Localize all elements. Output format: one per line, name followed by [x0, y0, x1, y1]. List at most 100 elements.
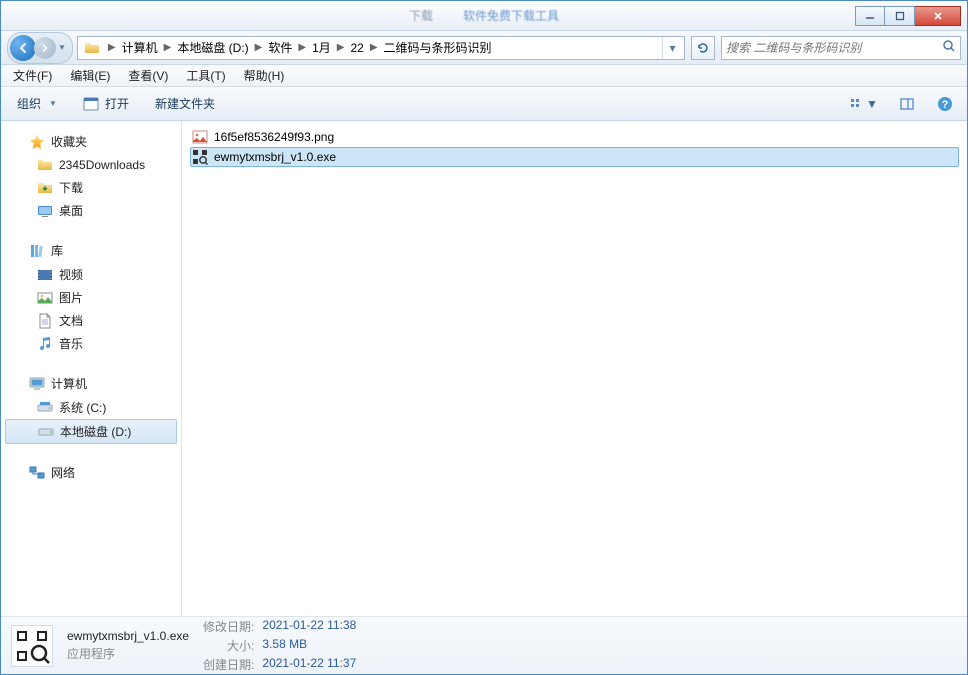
main-area: 收藏夹 2345Downloads 下载 桌面 — [1, 121, 967, 616]
explorer-window: 下载 软件免费下载工具 ▼ ▶ 计算机 ▶ 本地磁盘 (D:) ▶ 软件 — [0, 0, 968, 675]
maximize-button[interactable] — [885, 6, 915, 26]
details-modified-value: 2021-01-22 11:38 — [262, 618, 356, 635]
crumb-sep-icon[interactable]: ▶ — [160, 42, 176, 53]
crumb-sep-icon[interactable]: ▶ — [366, 42, 382, 53]
libraries-label: 库 — [51, 242, 63, 259]
search-box[interactable] — [721, 36, 961, 60]
details-pane: ewmytxmsbrj_v1.0.exe 应用程序 修改日期: 2021-01-… — [1, 616, 967, 674]
crumb-sep-icon[interactable]: ▶ — [104, 42, 120, 53]
blurred-text-1: 下载 — [409, 7, 433, 24]
open-button[interactable]: 打开 — [77, 92, 135, 115]
sidebar-item-label: 系统 (C:) — [59, 399, 106, 416]
details-filename: ewmytxmsbrj_v1.0.exe — [67, 629, 189, 643]
svg-text:?: ? — [942, 99, 949, 111]
music-icon — [37, 336, 53, 352]
menu-tools[interactable]: 工具(T) — [178, 65, 233, 86]
crumb-folder-4[interactable]: 二维码与条形码识别 — [382, 37, 494, 59]
libraries-header[interactable]: 库 — [1, 240, 181, 263]
minimize-button[interactable] — [855, 6, 885, 26]
sidebar-item-label: 下载 — [59, 179, 83, 196]
refresh-button[interactable] — [691, 36, 715, 60]
sidebar-item-drive-c[interactable]: 系统 (C:) — [1, 396, 181, 419]
details-size-value: 3.58 MB — [262, 637, 356, 654]
organize-button[interactable]: 组织 ▼ — [11, 92, 63, 115]
drive-icon — [38, 424, 54, 440]
search-icon[interactable] — [942, 39, 956, 56]
file-list[interactable]: 16f5ef8536249f93.png ewmytxmsbrj_v1.0.ex… — [182, 121, 967, 616]
nav-history-dropdown[interactable]: ▼ — [58, 43, 66, 52]
image-file-icon — [192, 129, 208, 145]
network-header[interactable]: 网络 — [1, 462, 181, 485]
folder-icon — [37, 157, 53, 173]
close-button[interactable] — [915, 6, 961, 26]
sidebar-item-documents[interactable]: 文档 — [1, 309, 181, 332]
details-thumbnail — [11, 625, 53, 667]
address-bar[interactable]: ▶ 计算机 ▶ 本地磁盘 (D:) ▶ 软件 ▶ 1月 ▶ 22 ▶ 二维码与条… — [77, 36, 685, 60]
chevron-down-icon: ▼ — [866, 97, 878, 111]
drive-icon — [37, 400, 53, 416]
document-icon — [37, 313, 53, 329]
address-dropdown[interactable]: ▾ — [662, 37, 682, 59]
file-item-exe[interactable]: ewmytxmsbrj_v1.0.exe — [190, 147, 959, 167]
details-created-value: 2021-01-22 11:37 — [262, 656, 356, 673]
application-icon — [83, 96, 99, 112]
search-input[interactable] — [726, 41, 942, 55]
details-created-label: 创建日期: — [203, 656, 254, 673]
details-modified-label: 修改日期: — [203, 618, 254, 635]
favorites-label: 收藏夹 — [51, 133, 87, 150]
organize-label: 组织 — [17, 95, 41, 112]
crumb-sep-icon[interactable]: ▶ — [251, 42, 267, 53]
details-metadata: 修改日期: 2021-01-22 11:38 大小: 3.58 MB 创建日期:… — [203, 618, 356, 673]
network-group: 网络 — [1, 462, 181, 485]
menu-edit[interactable]: 编辑(E) — [62, 65, 118, 86]
sidebar-item-music[interactable]: 音乐 — [1, 332, 181, 355]
crumb-folder-1[interactable]: 软件 — [266, 37, 294, 59]
computer-label: 计算机 — [51, 375, 87, 392]
sidebar-item-pictures[interactable]: 图片 — [1, 286, 181, 309]
menu-file[interactable]: 文件(F) — [5, 65, 60, 86]
chevron-down-icon: ▼ — [49, 99, 57, 108]
sidebar-item-drive-d[interactable]: 本地磁盘 (D:) — [5, 419, 177, 444]
titlebar: 下载 软件免费下载工具 — [1, 1, 967, 31]
open-label: 打开 — [105, 95, 129, 112]
details-filetype: 应用程序 — [67, 645, 189, 662]
computer-icon — [29, 376, 45, 392]
video-icon — [37, 267, 53, 283]
crumb-sep-icon[interactable]: ▶ — [294, 42, 310, 53]
sidebar-item-downloads-2345[interactable]: 2345Downloads — [1, 154, 181, 176]
crumb-folder-3[interactable]: 22 — [348, 37, 365, 59]
menu-help[interactable]: 帮助(H) — [236, 65, 293, 86]
sidebar-item-downloads[interactable]: 下载 — [1, 176, 181, 199]
preview-pane-button[interactable] — [895, 97, 919, 111]
view-options-button[interactable]: ▼ — [847, 97, 881, 111]
nav-back-forward: ▼ — [7, 32, 73, 64]
network-icon — [29, 465, 45, 481]
new-folder-label: 新建文件夹 — [155, 95, 215, 112]
back-button[interactable] — [10, 35, 36, 61]
menu-view[interactable]: 查看(V) — [120, 65, 176, 86]
new-folder-button[interactable]: 新建文件夹 — [149, 92, 221, 115]
window-controls — [855, 6, 961, 26]
crumb-folder-2[interactable]: 1月 — [310, 37, 333, 59]
sidebar-item-label: 图片 — [59, 289, 83, 306]
sidebar-item-videos[interactable]: 视频 — [1, 263, 181, 286]
details-primary: ewmytxmsbrj_v1.0.exe 应用程序 — [67, 629, 189, 662]
file-item-png[interactable]: 16f5ef8536249f93.png — [190, 127, 959, 147]
blurred-text-2: 软件免费下载工具 — [463, 7, 559, 24]
crumb-sep-icon[interactable]: ▶ — [333, 42, 349, 53]
help-button[interactable]: ? — [933, 96, 957, 112]
favorites-header[interactable]: 收藏夹 — [1, 131, 181, 154]
folder-download-icon — [37, 180, 53, 196]
sidebar-item-label: 视频 — [59, 266, 83, 283]
crumb-computer[interactable]: 计算机 — [120, 37, 160, 59]
sidebar-item-label: 本地磁盘 (D:) — [60, 423, 131, 440]
file-name: 16f5ef8536249f93.png — [214, 130, 334, 144]
sidebar-item-label: 音乐 — [59, 335, 83, 352]
exe-file-icon — [192, 149, 208, 165]
libraries-group: 库 视频 图片 文档 音乐 — [1, 240, 181, 355]
computer-header[interactable]: 计算机 — [1, 373, 181, 396]
crumb-drive[interactable]: 本地磁盘 (D:) — [175, 37, 250, 59]
forward-button[interactable] — [34, 37, 56, 59]
sidebar-item-desktop[interactable]: 桌面 — [1, 199, 181, 222]
sidebar-item-label: 2345Downloads — [59, 158, 145, 172]
